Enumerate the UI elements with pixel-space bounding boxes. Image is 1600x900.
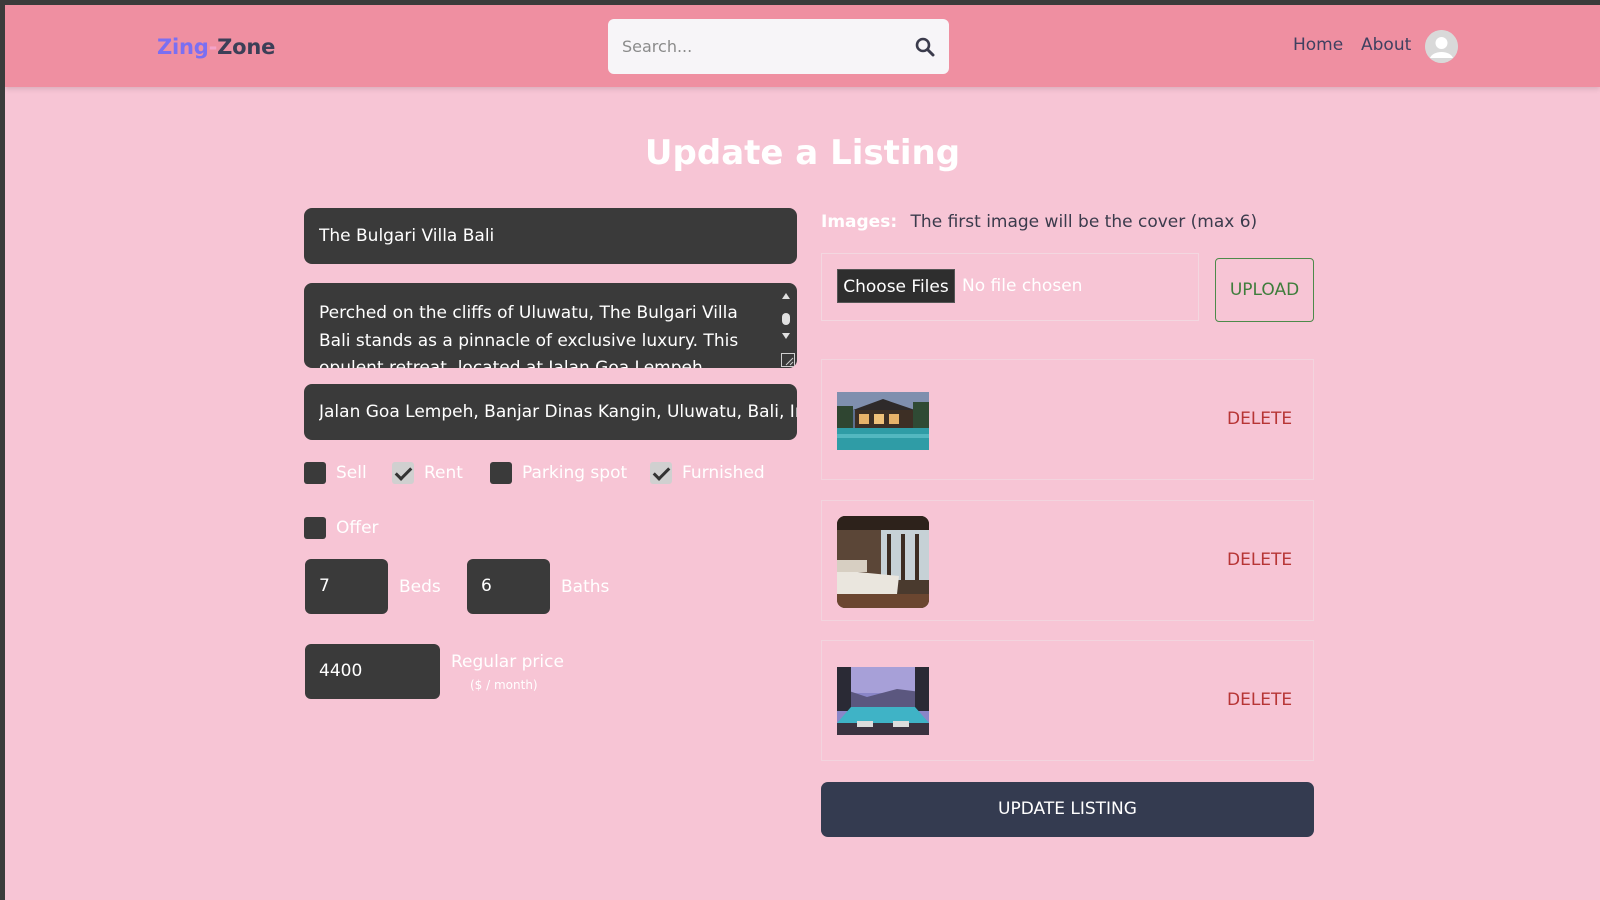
description-textarea[interactable]: Perched on the cliffs of Uluwatu, The Bu…: [304, 283, 797, 368]
logo-part-zing: Zing: [157, 35, 209, 59]
page-title: Update a Listing: [644, 133, 961, 173]
furnished-checkbox[interactable]: [650, 462, 672, 484]
sell-checkbox[interactable]: [304, 462, 326, 484]
beds-label: Beds: [399, 577, 441, 597]
thumbnail-villa-bedroom: [837, 516, 929, 608]
offer-checkbox[interactable]: [304, 517, 326, 539]
option-offer[interactable]: Offer: [304, 517, 379, 539]
upload-button[interactable]: UPLOAD: [1215, 258, 1314, 322]
option-furnished[interactable]: Furnished: [650, 462, 765, 484]
option-parking[interactable]: Parking spot: [490, 462, 627, 484]
image-card: DELETE: [821, 359, 1314, 480]
rent-checkbox[interactable]: [392, 462, 414, 484]
delete-image-button[interactable]: DELETE: [1227, 690, 1292, 710]
choose-files-button[interactable]: Choose Files: [837, 269, 955, 303]
image-card: DELETE: [821, 640, 1314, 761]
delete-image-button[interactable]: DELETE: [1227, 550, 1292, 570]
resize-handle-icon[interactable]: [781, 352, 795, 367]
furnished-label: Furnished: [682, 463, 765, 483]
thumbnail-villa-pool-sunset: [837, 667, 929, 735]
baths-input[interactable]: 6: [467, 559, 550, 614]
logo-separator: -: [208, 35, 218, 59]
nav-home-link[interactable]: Home: [1293, 35, 1343, 55]
search-input[interactable]: [622, 35, 892, 57]
parking-label: Parking spot: [522, 463, 628, 483]
beds-input[interactable]: 7: [305, 559, 388, 614]
rent-label: Rent: [424, 463, 463, 483]
search-bar: [608, 19, 949, 74]
description-text: Perched on the cliffs of Uluwatu, The Bu…: [319, 303, 739, 368]
app-window: Zing-Zone Home About Update a Listing: [5, 5, 1600, 900]
textarea-scrollbar[interactable]: [781, 289, 791, 361]
address-input[interactable]: [304, 384, 797, 440]
file-input[interactable]: Choose Files No file chosen: [821, 253, 1199, 321]
parking-checkbox[interactable]: [490, 462, 512, 484]
no-file-chosen-text: No file chosen: [962, 276, 1083, 296]
regular-price-input[interactable]: 4400: [305, 644, 440, 699]
option-rent[interactable]: Rent: [392, 462, 463, 484]
user-avatar-icon[interactable]: [1425, 30, 1458, 63]
delete-image-button[interactable]: DELETE: [1227, 409, 1292, 429]
logo-part-zone: Zone: [217, 35, 276, 59]
nav-about-link[interactable]: About: [1361, 35, 1411, 55]
images-hint: The first image will be the cover (max 6…: [910, 212, 1258, 232]
baths-label: Baths: [561, 577, 610, 597]
images-label: Images:: [821, 212, 898, 232]
price-unit-label: ($ / month): [470, 678, 538, 692]
image-card: DELETE: [821, 500, 1314, 621]
regular-price-label: Regular price: [451, 652, 564, 672]
offer-label: Offer: [336, 518, 379, 538]
listing-name-input[interactable]: [304, 208, 797, 264]
sell-label: Sell: [336, 463, 367, 483]
top-navbar: Zing-Zone Home About: [5, 5, 1600, 87]
update-listing-button[interactable]: UPDATE LISTING: [821, 782, 1314, 837]
site-logo[interactable]: Zing-Zone: [157, 35, 275, 59]
option-sell[interactable]: Sell: [304, 462, 367, 484]
thumbnail-villa-pool-evening: [837, 392, 929, 450]
images-heading: Images: The first image will be the cove…: [821, 212, 1257, 232]
search-icon[interactable]: [915, 37, 935, 57]
